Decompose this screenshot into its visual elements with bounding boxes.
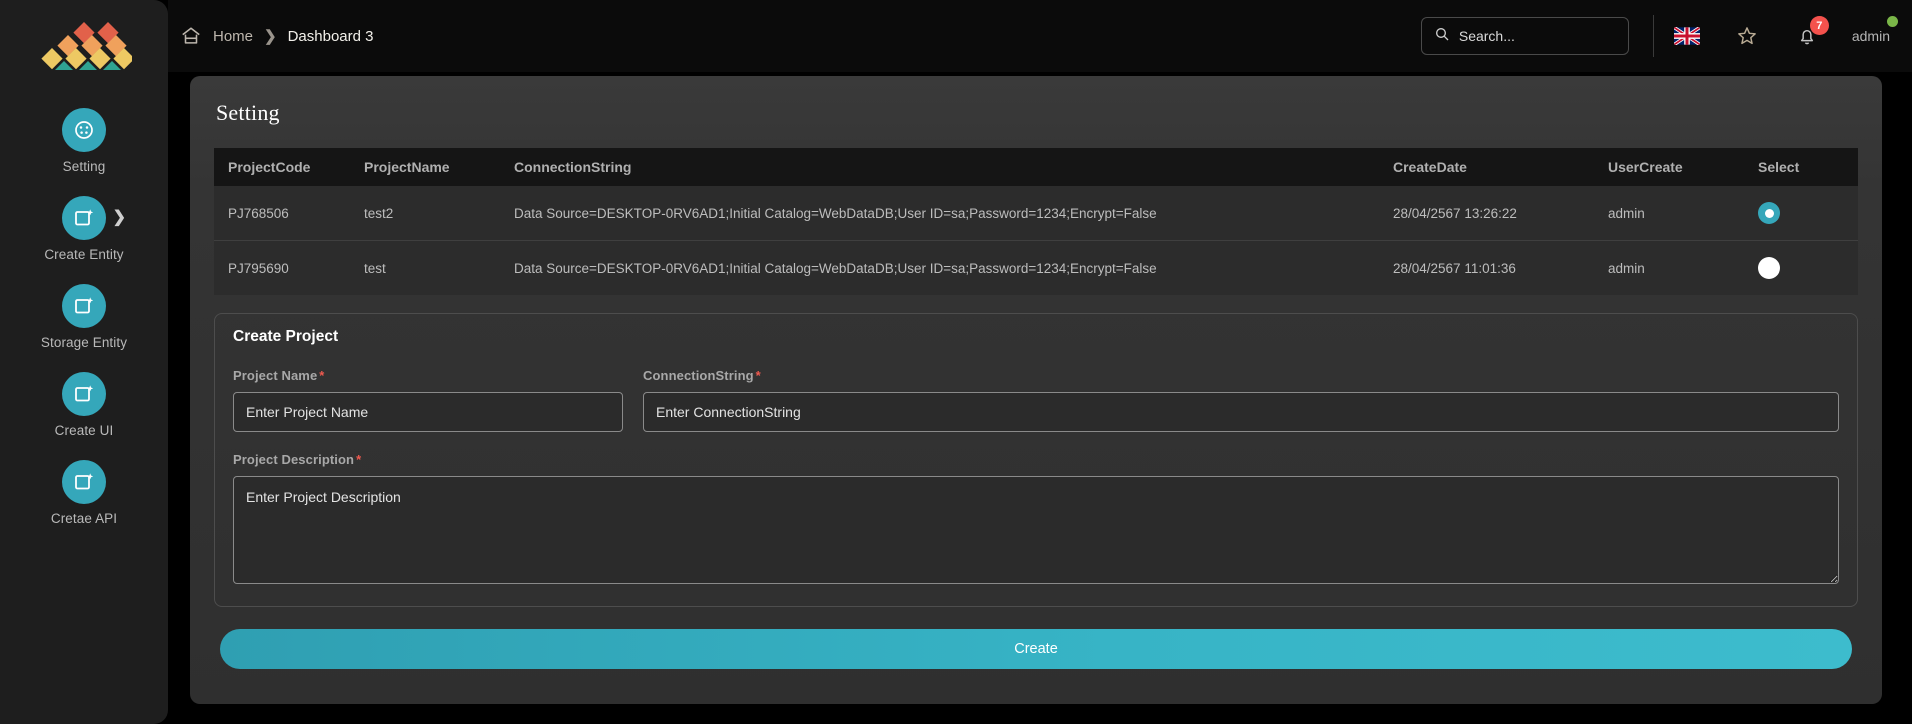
notification-badge: 7 xyxy=(1809,16,1829,35)
select-radio-unselected[interactable] xyxy=(1758,257,1780,279)
table-body: PJ768506 test2 Data Source=DESKTOP-0RV6A… xyxy=(214,186,1858,295)
chevron-right-icon[interactable]: ❯ xyxy=(113,210,126,226)
cell-projectcode: PJ768506 xyxy=(214,186,364,241)
submit-row: Create xyxy=(214,607,1858,685)
cell-createdate: 28/04/2567 11:01:36 xyxy=(1393,240,1608,295)
field-connection-string: ConnectionString * xyxy=(643,368,1839,432)
required-asterisk: * xyxy=(356,452,362,467)
required-asterisk: * xyxy=(755,368,761,383)
search-icon xyxy=(1434,26,1450,47)
page-title: Setting xyxy=(216,100,280,125)
cell-createdate: 28/04/2567 13:26:22 xyxy=(1393,186,1608,241)
image-sparkle-icon xyxy=(62,460,106,504)
column-header-projectcode: ProjectCode xyxy=(214,148,364,186)
content-wrapper: Setting ProjectCode ProjectName Connecti… xyxy=(168,72,1912,724)
column-header-usercreate: UserCreate xyxy=(1608,148,1758,186)
cell-projectname: test2 xyxy=(364,186,514,241)
column-header-select: Select xyxy=(1758,148,1858,186)
create-project-card: Create Project Project Name* ConnectionS… xyxy=(214,313,1858,607)
label-text: ConnectionString xyxy=(643,368,754,383)
column-header-connectionstring: ConnectionString xyxy=(514,148,1393,186)
sidebar-item-label: Create Entity xyxy=(44,247,124,262)
table-row[interactable]: PJ768506 test2 Data Source=DESKTOP-0RV6A… xyxy=(214,186,1858,241)
star-icon[interactable] xyxy=(1736,25,1758,47)
column-header-createdate: CreateDate xyxy=(1393,148,1608,186)
column-header-projectname: ProjectName xyxy=(364,148,514,186)
field-project-description: Project Description * xyxy=(233,452,1839,584)
diamond-mosaic-logo xyxy=(36,18,132,70)
label-project-description: Project Description * xyxy=(233,452,1839,467)
sidebar-item-create-api[interactable]: Cretae API xyxy=(0,460,168,526)
home-icon[interactable] xyxy=(180,25,202,47)
sidebar-item-label: Cretae API xyxy=(50,511,118,526)
cell-connectionstring: Data Source=DESKTOP-0RV6AD1;Initial Cata… xyxy=(514,186,1393,241)
select-radio-selected[interactable] xyxy=(1758,202,1780,224)
table-header-row: ProjectCode ProjectName ConnectionString… xyxy=(214,148,1858,186)
image-sparkle-icon xyxy=(62,284,106,328)
main-region: Home ❯ Dashboard 3 Search... 7 admin Set… xyxy=(168,0,1912,724)
sidebar-item-label: Storage Entity xyxy=(40,335,128,350)
status-indicator-dot xyxy=(1887,16,1898,27)
sidebar-item-create-ui[interactable]: Create UI xyxy=(0,372,168,438)
label-text: Project Name xyxy=(233,368,318,383)
create-button[interactable]: Create xyxy=(220,629,1852,669)
projects-table: ProjectCode ProjectName ConnectionString… xyxy=(214,148,1858,295)
sidebar-item-setting[interactable]: Setting xyxy=(0,108,168,174)
image-sparkle-icon xyxy=(62,196,106,240)
image-sparkle-icon xyxy=(62,372,106,416)
project-name-input[interactable] xyxy=(233,392,623,432)
bell-icon[interactable]: 7 xyxy=(1796,16,1829,47)
topbar: Home ❯ Dashboard 3 Search... 7 admin xyxy=(168,0,1912,72)
app-root: Setting ❯ Create Entity Storage Entity C… xyxy=(0,0,1912,724)
sidebar-item-create-entity[interactable]: ❯ Create Entity xyxy=(0,196,168,262)
sidebar: Setting ❯ Create Entity Storage Entity C… xyxy=(0,0,168,724)
sidebar-item-label: Create UI xyxy=(54,423,114,438)
cell-usercreate: admin xyxy=(1608,186,1758,241)
table-header: ProjectCode ProjectName ConnectionString… xyxy=(214,148,1858,186)
cell-select xyxy=(1758,240,1858,295)
label-project-name: Project Name * xyxy=(233,368,623,383)
search-input[interactable]: Search... xyxy=(1420,17,1629,55)
sidebar-item-label: Setting xyxy=(62,159,106,174)
required-asterisk: * xyxy=(319,368,325,383)
create-project-title: Create Project xyxy=(233,328,339,345)
search-placeholder: Search... xyxy=(1458,28,1515,44)
palette-circle-icon xyxy=(62,108,106,152)
field-project-name: Project Name * xyxy=(233,368,623,432)
setting-panel: Setting ProjectCode ProjectName Connecti… xyxy=(190,76,1882,704)
sidebar-item-storage-entity[interactable]: Storage Entity xyxy=(0,284,168,350)
cell-projectname: test xyxy=(364,240,514,295)
label-text: Project Description xyxy=(233,452,355,467)
form-row-top: Project Name* ConnectionString* xyxy=(233,368,1839,432)
breadcrumb: Home ❯ Dashboard 3 xyxy=(180,25,374,47)
cell-connectionstring: Data Source=DESKTOP-0RV6AD1;Initial Cata… xyxy=(514,240,1393,295)
uk-flag-icon[interactable] xyxy=(1673,27,1700,45)
table-row[interactable]: PJ795690 test Data Source=DESKTOP-0RV6AD… xyxy=(214,240,1858,295)
cell-projectcode: PJ795690 xyxy=(214,240,364,295)
connection-string-input[interactable] xyxy=(643,392,1839,432)
chevron-right-icon: ❯ xyxy=(264,27,277,45)
cell-usercreate: admin xyxy=(1608,240,1758,295)
breadcrumb-home-link[interactable]: Home xyxy=(213,28,253,45)
cell-select xyxy=(1758,186,1858,241)
breadcrumb-current: Dashboard 3 xyxy=(287,27,374,45)
label-connection-string: ConnectionString * xyxy=(643,368,1839,383)
project-description-textarea[interactable] xyxy=(233,476,1839,584)
topbar-divider xyxy=(1652,15,1654,57)
username-label[interactable]: admin xyxy=(1852,28,1890,44)
